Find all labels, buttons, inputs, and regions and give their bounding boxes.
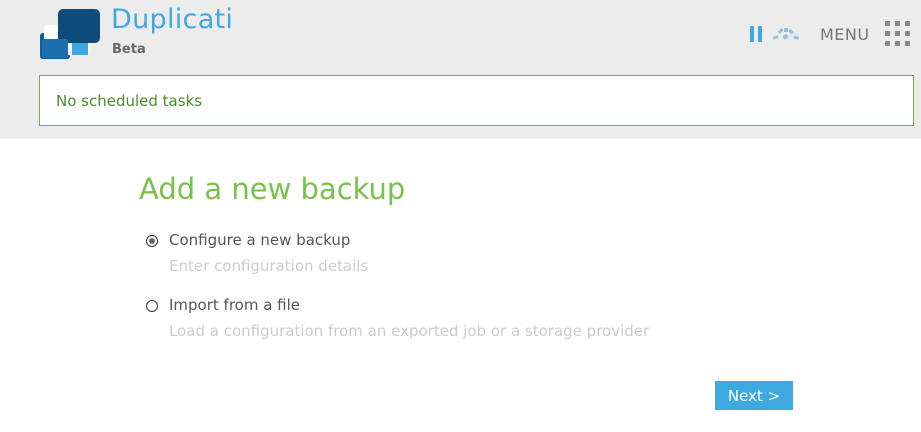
next-button[interactable]: Next > [715,381,793,410]
radio-import-file[interactable] [146,300,158,312]
menu-label[interactable]: MENU [820,25,870,44]
pause-icon[interactable] [749,26,763,42]
option-description: Enter configuration details [169,257,369,275]
status-text: No scheduled tasks [56,92,203,110]
app-edition-label: Beta [112,42,146,57]
option-label[interactable]: Configure a new backup [169,231,350,249]
status-box: No scheduled tasks [39,75,914,126]
page-title: Add a new backup [139,172,406,206]
app-name: Duplicati [111,4,234,35]
throttle-icon[interactable] [772,26,800,42]
duplicati-logo [40,9,100,59]
option-description: Load a configuration from an exported jo… [169,322,650,340]
menu-grid-icon[interactable] [884,20,912,48]
radio-configure-new[interactable] [146,235,158,247]
option-label[interactable]: Import from a file [169,296,300,314]
app-header: Duplicati Beta MENU No scheduled tasks [0,0,921,139]
